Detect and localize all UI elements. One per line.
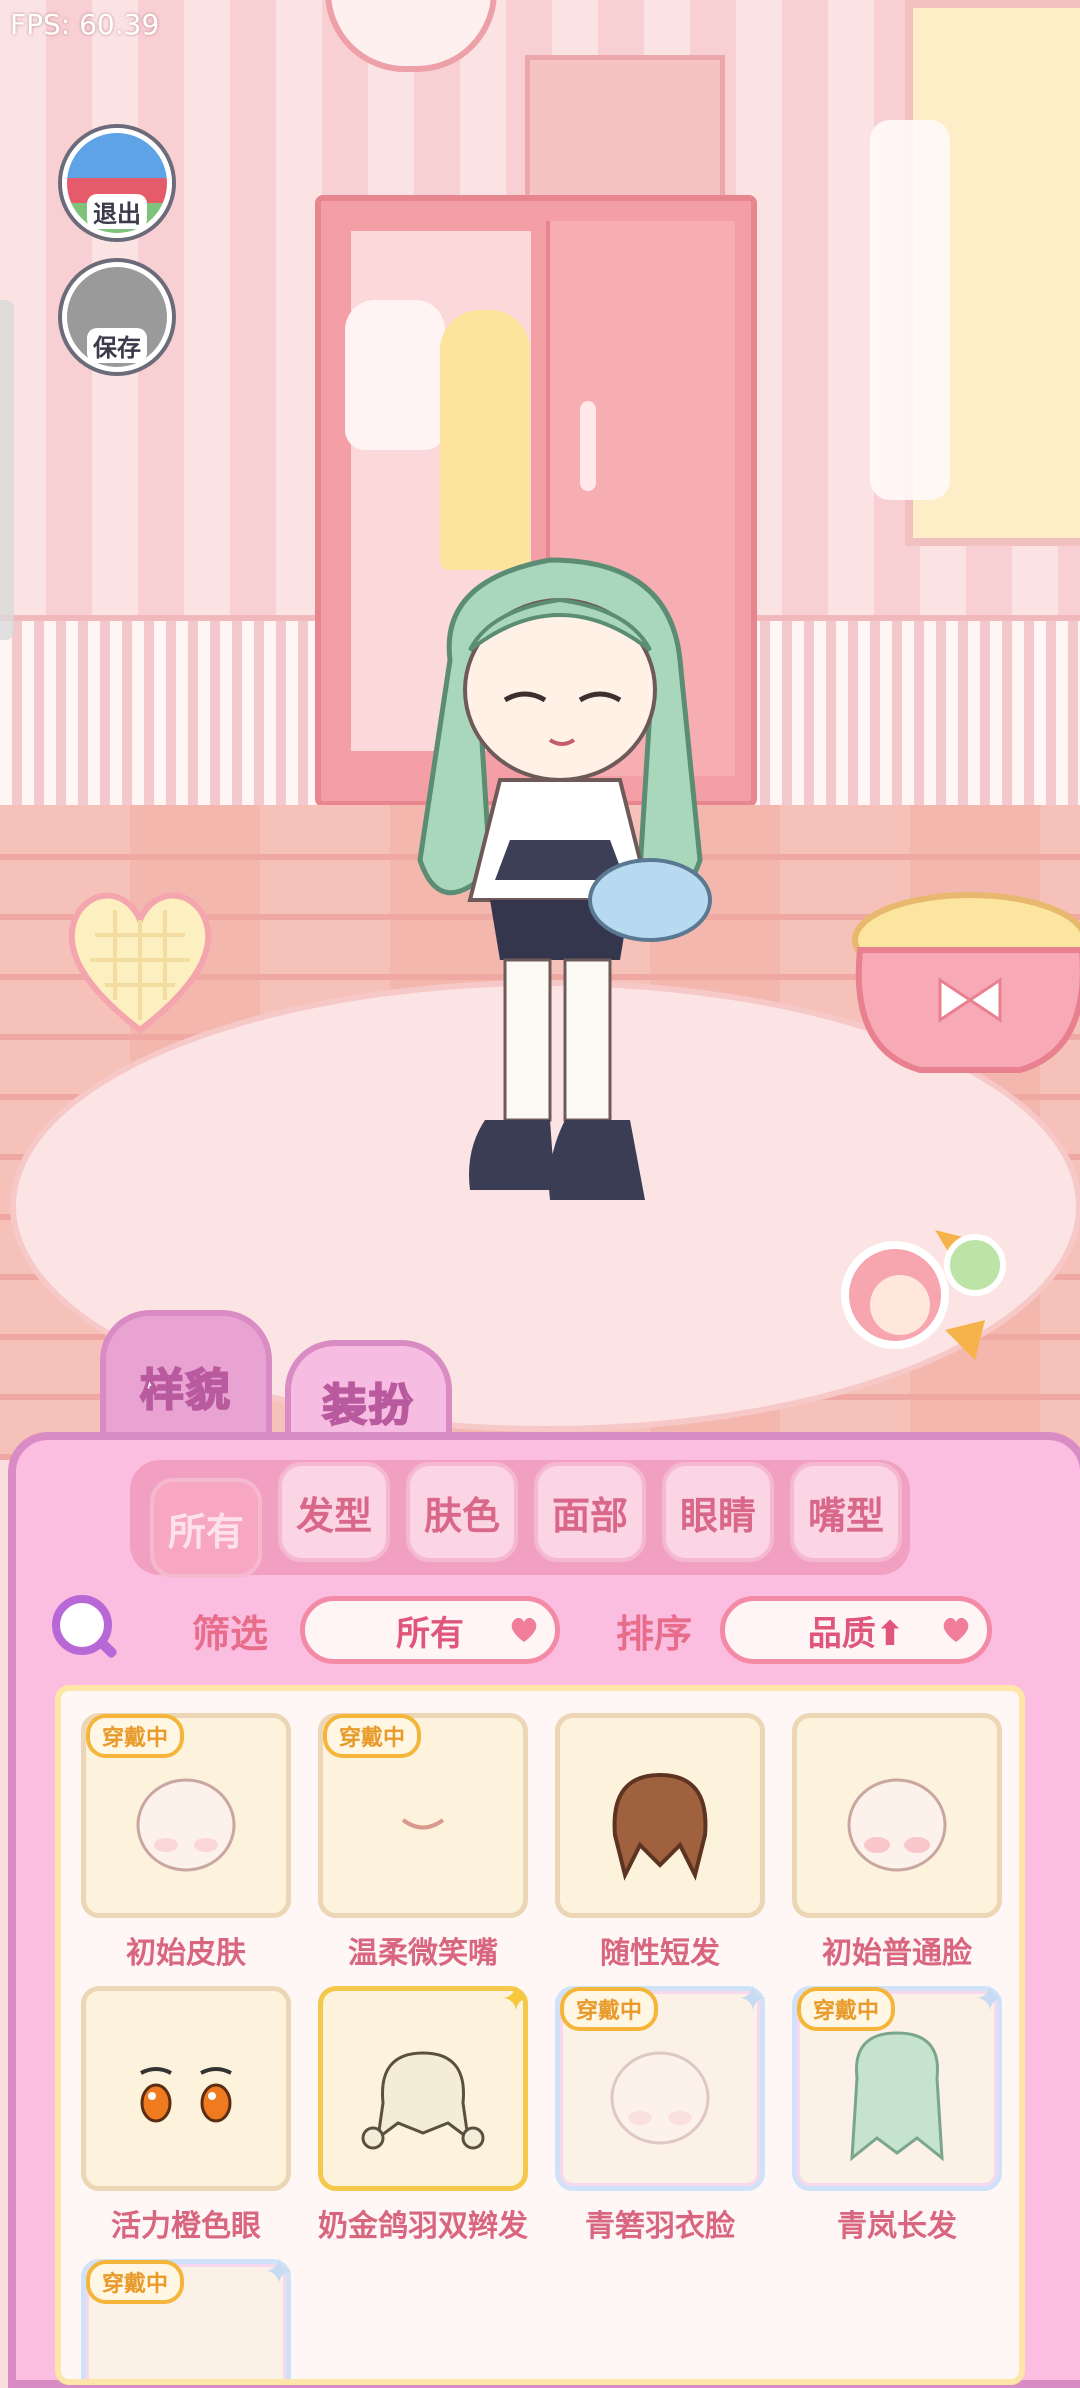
equipped-badge: 穿戴中 — [323, 1714, 422, 1758]
equipped-badge: 穿戴中 — [86, 2260, 185, 2304]
equipped-badge: 穿戴中 — [797, 1987, 896, 2031]
item-card[interactable]: 穿戴中 ✦ 青箬羽衣脸 — [555, 1979, 768, 2245]
item-card[interactable]: ✦ 奶金鸽羽双辫发 — [318, 1979, 531, 2245]
heart-dropdown-icon — [511, 1617, 537, 1642]
fps-counter: FPS: 60.39 — [10, 8, 160, 41]
storage-boxes — [525, 55, 725, 205]
category-all[interactable]: 所有 — [150, 1478, 262, 1578]
item-card[interactable]: 穿戴中 ✦ — [81, 2252, 294, 2379]
player-character[interactable] — [380, 540, 740, 1260]
wall-clock — [325, 0, 497, 72]
heart-dropdown-icon — [943, 1617, 969, 1642]
item-grid: 穿戴中 初始皮肤 穿戴中 温柔微笑嘴 随性短发 初始普通脸 活力橙色眼 ✦ 奶金… — [55, 1685, 1025, 2385]
sparkle-icon: ✦ — [263, 2252, 294, 2293]
category-face[interactable]: 面部 — [534, 1462, 646, 1562]
hanging-blouse — [345, 300, 445, 450]
category-skin[interactable]: 肤色 — [406, 1462, 518, 1562]
item-card[interactable]: 初始普通脸 — [792, 1713, 1002, 1972]
equipped-badge: 穿戴中 — [560, 1987, 659, 2031]
sparkle-icon: ✦ — [500, 1979, 531, 2020]
smile-mouth-icon — [401, 1818, 445, 1830]
sort-label: 排序 — [616, 1612, 693, 1656]
save-button[interactable]: 保存 — [62, 262, 172, 372]
orange-eyes-icon — [140, 2067, 232, 2123]
item-card[interactable]: 活力橙色眼 — [81, 1986, 291, 2245]
sort-value: 品质⬆ — [807, 1613, 905, 1654]
category-mouth[interactable]: 嘴型 — [790, 1462, 902, 1562]
item-name: 青岚长发 — [837, 2209, 957, 2244]
long-hair-icon — [850, 2031, 944, 2162]
heart-cushion-icon — [68, 892, 212, 1034]
item-card[interactable]: 穿戴中 温柔微笑嘴 — [318, 1713, 528, 1972]
item-name: 初始皮肤 — [126, 1936, 246, 1971]
feather-face-icon — [610, 2051, 710, 2145]
item-name: 随性短发 — [600, 1936, 720, 1971]
sort-dropdown[interactable]: 品质⬆ — [720, 1596, 992, 1664]
item-name: 初始普通脸 — [822, 1936, 972, 1971]
short-hair-icon — [612, 1773, 708, 1881]
item-name: 青箬羽衣脸 — [585, 2209, 735, 2244]
sparkle-icon: ✦ — [737, 1979, 768, 2020]
cushion-pot — [852, 892, 1080, 1073]
save-label: 保存 — [87, 328, 147, 363]
category-hairstyle[interactable]: 发型 — [278, 1462, 390, 1562]
item-name: 活力橙色眼 — [111, 2209, 261, 2244]
category-eyes[interactable]: 眼睛 — [662, 1462, 774, 1562]
filter-value: 所有 — [396, 1613, 464, 1654]
sparkle-icon: ✦ — [974, 1979, 1005, 2020]
curtain — [870, 120, 950, 500]
swap-character-icon[interactable] — [835, 1210, 1015, 1370]
item-name: 温柔微笑嘴 — [348, 1936, 498, 1971]
exit-button[interactable]: 退出 — [62, 128, 172, 238]
item-card[interactable]: 穿戴中 初始皮肤 — [81, 1713, 291, 1972]
hanging-dress — [440, 310, 530, 570]
filter-label: 筛选 — [192, 1612, 269, 1656]
equipped-badge: 穿戴中 — [86, 1714, 185, 1758]
item-card[interactable]: 穿戴中 ✦ 青岚长发 — [792, 1979, 1005, 2245]
item-name: 奶金鸽羽双辫发 — [318, 2209, 528, 2244]
room-scene: FPS: 60.39 退出 保存 — [0, 0, 1080, 1460]
edge-handle[interactable] — [0, 300, 14, 640]
exit-label: 退出 — [87, 194, 147, 229]
filter-dropdown[interactable]: 所有 — [300, 1596, 560, 1664]
item-card[interactable]: 随性短发 — [555, 1713, 765, 1972]
braid-hair-icon — [361, 2051, 485, 2150]
face-skin-icon — [136, 1778, 236, 1872]
plain-face-icon — [847, 1778, 947, 1872]
search-icon[interactable] — [52, 1595, 112, 1655]
